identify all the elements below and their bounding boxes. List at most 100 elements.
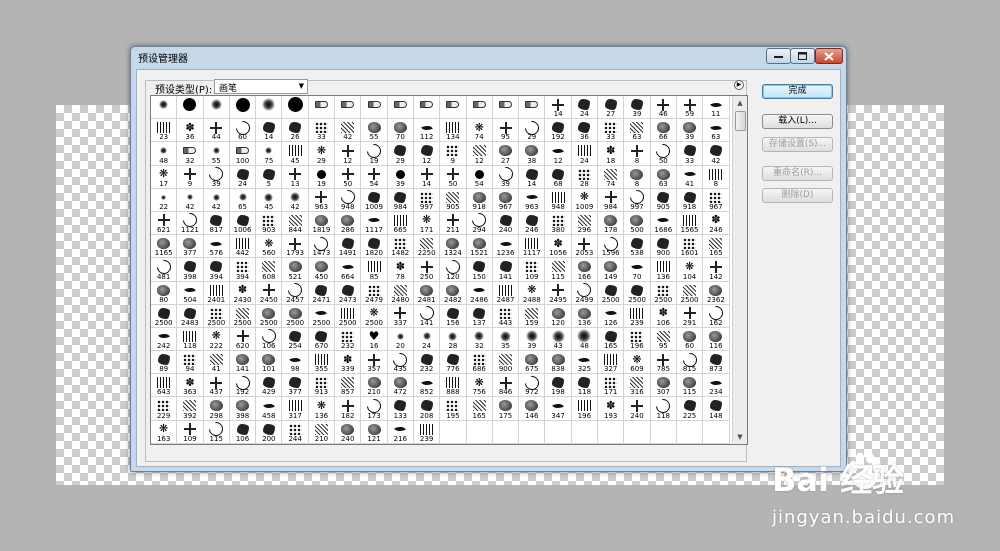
- brush-preset-cell[interactable]: 337: [387, 304, 414, 328]
- brush-preset-cell[interactable]: 118: [571, 374, 599, 398]
- brush-preset-cell[interactable]: ❋ 2500: [361, 304, 388, 328]
- brush-preset-cell[interactable]: 246: [519, 211, 546, 236]
- brush-preset-cell[interactable]: 63: [650, 165, 677, 189]
- brush-preset-cell[interactable]: 844: [282, 211, 309, 236]
- brush-preset-cell[interactable]: 211: [440, 211, 467, 236]
- brush-preset-cell[interactable]: 165: [703, 235, 730, 259]
- brush-preset-cell[interactable]: 857: [335, 374, 362, 398]
- brush-preset-cell[interactable]: [466, 420, 493, 444]
- brush-preset-cell[interactable]: 2486: [466, 281, 493, 305]
- brush-preset-cell[interactable]: 48: [151, 142, 178, 166]
- brush-preset-cell[interactable]: 42: [177, 188, 204, 212]
- brush-preset-cell[interactable]: [545, 420, 572, 444]
- brush-preset-cell[interactable]: 19: [361, 142, 388, 166]
- brush-preset-cell[interactable]: 12: [466, 142, 493, 166]
- brush-preset-cell[interactable]: 118: [650, 397, 677, 421]
- brush-preset-cell[interactable]: 2500: [624, 281, 651, 305]
- brush-preset-cell[interactable]: 165: [466, 397, 493, 421]
- brush-preset-cell[interactable]: [151, 96, 178, 120]
- brush-preset-cell[interactable]: 94: [177, 351, 204, 375]
- brush-preset-cell[interactable]: 1236: [492, 235, 520, 259]
- brush-preset-cell[interactable]: 8: [703, 165, 730, 189]
- brush-preset-cell[interactable]: 14: [519, 165, 546, 189]
- brush-preset-cell[interactable]: 298: [203, 397, 230, 421]
- brush-preset-cell[interactable]: 437: [203, 374, 230, 398]
- brush-preset-cell[interactable]: 239: [413, 420, 441, 444]
- brush-preset-cell[interactable]: 254: [282, 327, 309, 352]
- brush-preset-cell[interactable]: 33: [598, 119, 625, 143]
- brush-preset-cell[interactable]: 22: [151, 188, 178, 212]
- brush-preset-cell[interactable]: 852: [413, 374, 441, 398]
- brush-preset-cell[interactable]: 2500: [308, 304, 336, 328]
- brush-preset-cell[interactable]: 70: [624, 258, 651, 282]
- brush-preset-cell[interactable]: 846: [492, 374, 520, 398]
- brush-preset-cell[interactable]: [440, 96, 467, 120]
- brush-preset-cell[interactable]: 42: [335, 119, 362, 143]
- brush-preset-cell[interactable]: 27: [492, 142, 520, 166]
- brush-preset-cell[interactable]: 240: [492, 211, 520, 236]
- brush-preset-cell[interactable]: 905: [650, 188, 677, 212]
- brush-preset-cell[interactable]: 500: [624, 211, 651, 236]
- brush-preset-cell[interactable]: 948: [335, 188, 362, 212]
- brush-preset-cell[interactable]: 116: [703, 327, 730, 352]
- brush-preset-cell[interactable]: ❋ 756: [466, 374, 493, 398]
- brush-preset-cell[interactable]: 2479: [361, 281, 388, 305]
- brush-preset-cell[interactable]: [335, 96, 362, 120]
- brush-preset-cell[interactable]: 1820: [361, 235, 388, 259]
- brush-preset-cell[interactable]: 307: [650, 374, 677, 398]
- brush-preset-cell[interactable]: 576: [203, 235, 230, 259]
- brush-preset-cell[interactable]: 63: [624, 119, 651, 143]
- brush-preset-cell[interactable]: 997: [624, 188, 651, 212]
- done-button[interactable]: 完成: [762, 84, 833, 99]
- brush-preset-cell[interactable]: 1491: [335, 235, 362, 259]
- brush-preset-cell[interactable]: 643: [151, 374, 178, 398]
- brush-preset-cell[interactable]: 900: [650, 235, 677, 259]
- brush-preset-cell[interactable]: 112: [413, 119, 441, 143]
- brush-preset-cell[interactable]: 50: [650, 142, 677, 166]
- brush-preset-cell[interactable]: 200: [256, 420, 283, 444]
- brush-preset-cell[interactable]: 5: [256, 165, 283, 189]
- brush-preset-cell[interactable]: 32: [466, 327, 493, 352]
- brush-grid[interactable]: 14 24 27 39 46 59 11 23 ✽ 36 44 60 14 26 33 42 55 70 112 13…: [151, 96, 732, 444]
- brush-preset-cell[interactable]: ✽ 339: [335, 351, 362, 375]
- brush-preset-cell[interactable]: 173: [361, 397, 388, 421]
- brush-preset-cell[interactable]: ✽ 246: [703, 211, 730, 236]
- brush-preset-cell[interactable]: ✽ 18: [598, 142, 625, 166]
- maximize-button[interactable]: [790, 48, 815, 64]
- brush-preset-cell[interactable]: 178: [598, 211, 625, 236]
- brush-preset-cell[interactable]: 166: [571, 258, 599, 282]
- brush-preset-cell[interactable]: [177, 96, 204, 120]
- brush-preset-cell[interactable]: 59: [676, 96, 704, 120]
- brush-preset-cell[interactable]: 46: [650, 96, 677, 120]
- brush-preset-cell[interactable]: 120: [440, 258, 467, 282]
- brush-preset-cell[interactable]: ❋ 1009: [571, 188, 599, 212]
- flyout-menu-button[interactable]: ▶: [734, 80, 744, 90]
- brush-preset-cell[interactable]: 126: [598, 304, 625, 328]
- brush-preset-cell[interactable]: 44: [203, 119, 230, 143]
- brush-preset-cell[interactable]: 903: [256, 211, 283, 236]
- brush-preset-cell[interactable]: 39: [624, 96, 651, 120]
- brush-preset-cell[interactable]: 14: [545, 96, 572, 120]
- brush-preset-cell[interactable]: 28: [440, 327, 467, 352]
- minimize-button[interactable]: [766, 48, 791, 64]
- brush-preset-cell[interactable]: ✽ 106: [650, 304, 677, 328]
- brush-preset-cell[interactable]: 963: [308, 188, 336, 212]
- brush-preset-cell[interactable]: 19: [308, 165, 336, 189]
- brush-preset-cell[interactable]: 296: [571, 211, 599, 236]
- brush-preset-cell[interactable]: 294: [466, 211, 493, 236]
- brush-preset-cell[interactable]: 817: [203, 211, 230, 236]
- brush-preset-cell[interactable]: 815: [676, 351, 704, 375]
- brush-preset-cell[interactable]: 429: [256, 374, 283, 398]
- brush-preset-cell[interactable]: 12: [335, 142, 362, 166]
- brush-preset-cell[interactable]: 621: [151, 211, 178, 236]
- brush-preset-cell[interactable]: 1473: [308, 235, 336, 259]
- brush-preset-cell[interactable]: 165: [598, 327, 625, 352]
- brush-preset-cell[interactable]: 115: [676, 374, 704, 398]
- brush-preset-cell[interactable]: 398: [177, 258, 204, 282]
- brush-preset-cell[interactable]: 24: [229, 165, 257, 189]
- brush-preset-cell[interactable]: 150: [466, 258, 493, 282]
- brush-preset-cell[interactable]: 608: [256, 258, 283, 282]
- brush-preset-cell[interactable]: 55: [203, 142, 230, 166]
- brush-preset-cell[interactable]: 2500: [650, 281, 677, 305]
- brush-preset-cell[interactable]: 435: [387, 351, 414, 375]
